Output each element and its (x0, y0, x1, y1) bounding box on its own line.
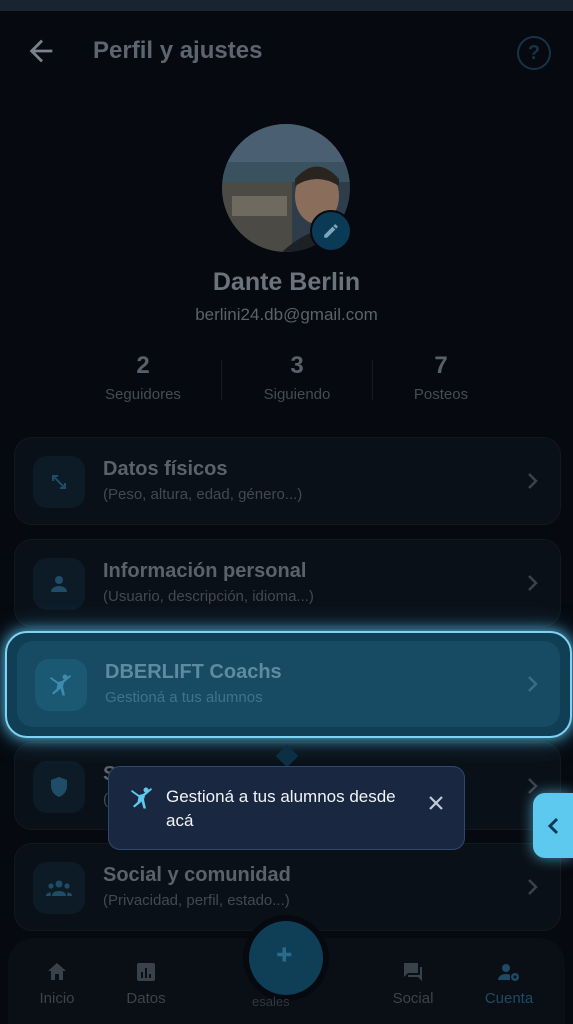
question-icon: ? (527, 42, 541, 64)
menu-item-social-comunidad[interactable]: Social y comunidad (Privacidad, perfil, … (14, 843, 561, 931)
fab-label: esales (252, 994, 290, 1009)
stat-value: 3 (290, 352, 304, 379)
profile-name: Dante Berlin (212, 268, 361, 296)
group-icon (33, 862, 85, 914)
coach-figure-icon (35, 659, 87, 711)
arrow-left-icon (29, 39, 53, 63)
nav-inicio[interactable]: Inicio (12, 960, 102, 1007)
nav-label: Inicio (39, 990, 75, 1007)
nav-label: Social (392, 990, 434, 1007)
stat-posts[interactable]: 7 Posteos (371, 352, 511, 403)
chevron-right-icon (528, 676, 538, 692)
highlight-inner: DBERLIFT Coachs Gestioná a tus alumnos (17, 641, 560, 727)
nav-social[interactable]: Social (368, 960, 458, 1007)
nav-label: Datos (126, 990, 166, 1007)
status-bar (0, 0, 573, 11)
pencil-icon (324, 224, 338, 238)
avatar-container (222, 124, 352, 252)
menu-item-subtitle: (Usuario, descripción, idioma...) (103, 588, 314, 605)
menu-item-title: Social y comunidad (103, 864, 291, 886)
stat-label: Seguidores (105, 386, 181, 403)
menu-item-subtitle: (Peso, altura, edad, género...) (103, 486, 303, 503)
menu-item-dberlift-coachs[interactable]: DBERLIFT Coachs Gestioná a tus alumnos (5, 631, 572, 738)
profile-email: berlini24.db@gmail.com (195, 305, 378, 324)
menu-item-informacion-personal[interactable]: Información personal (Usuario, descripci… (14, 539, 561, 627)
chevron-right-icon (528, 778, 538, 794)
chevron-right-icon (528, 473, 538, 489)
onboarding-tooltip: Gestioná a tus alumnos desde acá (108, 766, 465, 850)
chevron-right-icon (528, 879, 538, 895)
home-icon (48, 963, 66, 980)
menu-item-datos-fisicos[interactable]: Datos físicos (Peso, altura, edad, géner… (14, 437, 561, 525)
nav-cuenta[interactable]: Cuenta (464, 960, 554, 1007)
menu-item-title: Información personal (103, 560, 307, 582)
app-bar: Perfil y ajustes ? (0, 22, 573, 82)
shield-icon (33, 761, 85, 813)
page-title: Perfil y ajustes (93, 37, 263, 64)
stat-label: Siguiendo (263, 386, 331, 403)
nav-datos[interactable]: Datos (101, 960, 191, 1007)
stat-value: 2 (136, 352, 150, 379)
person-icon (33, 558, 85, 610)
chevron-right-icon (528, 575, 538, 591)
nav-label: Cuenta (484, 990, 534, 1007)
workout-fab-button[interactable] (249, 921, 323, 995)
tooltip-text: Gestioná a tus alumnos desde acá (166, 787, 396, 830)
account-settings-icon (498, 964, 519, 981)
stat-following[interactable]: 3 Siguiendo (227, 352, 367, 403)
dumbbell-icon (277, 947, 292, 962)
menu-item-subtitle: (Privacidad, perfil, estado...) (103, 892, 290, 909)
resize-arrows-icon (33, 456, 85, 508)
menu-item-title: DBERLIFT Coachs (105, 661, 282, 683)
close-icon[interactable] (428, 795, 444, 811)
stat-value: 7 (434, 352, 448, 379)
chat-icon (404, 963, 422, 981)
coach-figure-icon (131, 787, 152, 809)
side-drawer-tab[interactable] (533, 793, 573, 858)
menu-item-title: Datos físicos (103, 458, 228, 480)
edit-avatar-button[interactable] (310, 210, 352, 252)
stat-label: Posteos (413, 386, 469, 403)
stat-followers[interactable]: 2 Seguidores (73, 352, 213, 403)
help-button[interactable]: ? (517, 36, 551, 70)
back-button[interactable] (24, 34, 58, 68)
chevron-left-icon (547, 817, 559, 834)
menu-item-subtitle: Gestioná a tus alumnos (105, 689, 263, 706)
chart-icon (137, 963, 155, 981)
profile-stats: 2 Seguidores 3 Siguiendo 7 Posteos (0, 352, 573, 412)
divider (221, 360, 222, 400)
